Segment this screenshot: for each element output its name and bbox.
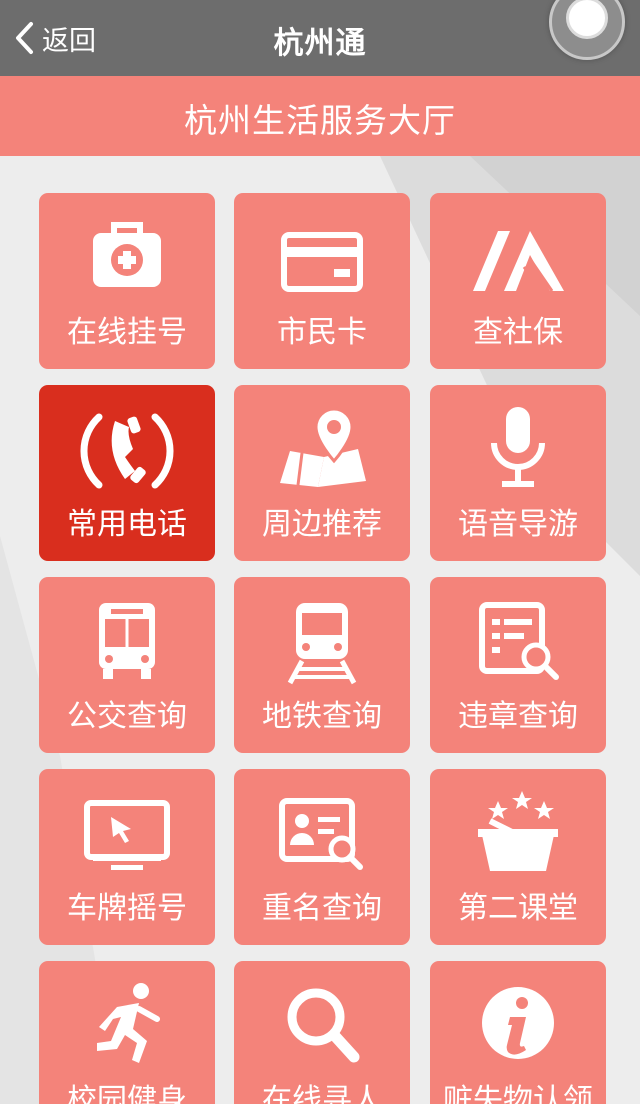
tile-label: 车牌摇号 xyxy=(67,891,187,926)
tile-bus-query[interactable]: 公交查询 xyxy=(39,577,215,753)
card-icon xyxy=(281,232,363,292)
monitor-icon xyxy=(84,800,170,870)
tile-online-registration[interactable]: 在线挂号 xyxy=(39,193,215,369)
page-title: 杭州生活服务大厅 xyxy=(184,101,456,140)
floating-button-inner xyxy=(566,0,608,39)
tile-label: 查社保 xyxy=(473,315,563,350)
medical-kit-icon xyxy=(93,222,161,287)
id-card-search-icon xyxy=(279,798,363,870)
tile-label: 常用电话 xyxy=(67,507,187,542)
tile-violation-query[interactable]: 违章查询 xyxy=(430,577,606,753)
top-navigation-bar: 返回 杭州通 xyxy=(0,0,640,76)
tile-campus-fitness[interactable]: 校园健身 xyxy=(39,961,215,1104)
tile-nearby-recommendations[interactable]: 周边推荐 xyxy=(234,385,410,561)
page-header: 杭州生活服务大厅 xyxy=(0,76,640,156)
tile-social-security[interactable]: 查社保 xyxy=(430,193,606,369)
magnifier-icon xyxy=(287,988,360,1063)
tile-duplicate-name-query[interactable]: 重名查询 xyxy=(234,769,410,945)
tile-common-phones[interactable]: 常用电话 xyxy=(39,385,215,561)
tile-label: 地铁查询 xyxy=(262,699,382,734)
basket-stars-icon xyxy=(478,791,558,871)
tile-lost-property-claim[interactable]: 赃失物认领 xyxy=(430,961,606,1104)
tile-metro-query[interactable]: 地铁查询 xyxy=(234,577,410,753)
tile-label: 第二课堂 xyxy=(458,891,578,926)
tile-label: 公交查询 xyxy=(67,699,187,734)
tile-voice-guide[interactable]: 语音导游 xyxy=(430,385,606,561)
tile-license-lottery[interactable]: 车牌摇号 xyxy=(39,769,215,945)
tile-label: 周边推荐 xyxy=(262,507,382,542)
tile-label: 市民卡 xyxy=(277,315,367,350)
tile-online-people-search[interactable]: 在线寻人 xyxy=(234,961,410,1104)
tile-label: 违章查询 xyxy=(458,699,578,734)
social-security-logo-icon xyxy=(473,231,564,292)
map-pin-icon xyxy=(280,407,366,487)
document-search-icon xyxy=(479,602,559,680)
phone-icon xyxy=(80,413,174,489)
tile-second-classroom[interactable]: 第二课堂 xyxy=(430,769,606,945)
tile-label: 在线挂号 xyxy=(67,315,187,350)
tile-label: 赃失物认领 xyxy=(443,1083,593,1104)
app-title: 杭州通 xyxy=(273,26,367,61)
bus-icon xyxy=(99,603,155,679)
tile-label: 语音导游 xyxy=(458,507,578,542)
runner-icon xyxy=(97,983,160,1063)
tile-label: 重名查询 xyxy=(262,891,382,926)
tile-citizen-card[interactable]: 市民卡 xyxy=(234,193,410,369)
metro-icon xyxy=(287,603,357,685)
tile-label: 校园健身 xyxy=(67,1083,187,1104)
info-icon xyxy=(482,987,554,1059)
tile-label: 在线寻人 xyxy=(262,1083,382,1104)
microphone-icon xyxy=(491,407,545,487)
